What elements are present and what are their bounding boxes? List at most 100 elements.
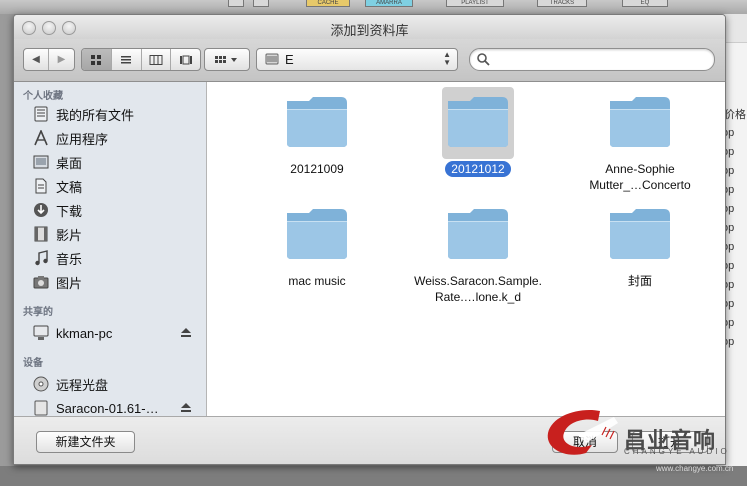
window-title: 添加到资料库 — [330, 23, 409, 38]
sidebar-item-label: 我的所有文件 — [56, 107, 135, 123]
eject-icon[interactable] — [180, 327, 192, 338]
sidebar-item-label: 文稿 — [56, 179, 83, 195]
folder-item[interactable]: 20121009 — [247, 87, 387, 177]
sidebar-item-label: Saracon-01.61-… — [56, 400, 159, 416]
arrange-grid-icon — [215, 55, 237, 63]
view-mode-control — [81, 48, 201, 71]
sidebar-section-shared: 共享的 — [23, 307, 53, 318]
drive-icon — [265, 53, 279, 65]
folder-icon — [281, 87, 353, 159]
drive-icon — [32, 400, 50, 416]
sidebar-item-label: 远程光盘 — [56, 377, 109, 393]
watermark-url: www.changye.com.cn — [656, 464, 734, 473]
sidebar-item-label: 影片 — [56, 227, 83, 243]
list-view-icon — [121, 55, 132, 63]
desktop-icon — [32, 154, 50, 170]
background-tab-cache: CACHE — [306, 0, 350, 7]
updown-arrows-icon: ▲ ▼ — [443, 50, 451, 67]
eject-icon[interactable] — [180, 402, 192, 413]
sidebar-item-music[interactable]: 音乐 — [14, 247, 206, 269]
sidebar-item-desktop[interactable]: 桌面 — [14, 151, 206, 173]
sidebar-item-saracon[interactable]: Saracon-01.61-… — [14, 397, 206, 416]
folder-icon — [604, 87, 676, 159]
sidebar-item-kkman-pc[interactable]: kkman-pc — [14, 322, 206, 344]
background-column-header: 价格 — [724, 109, 746, 121]
sidebar-item-label: 下载 — [56, 203, 83, 219]
search-field[interactable] — [469, 48, 715, 71]
search-icon — [477, 53, 490, 66]
sidebar: 个人收藏 我的所有文件 应用程序 桌面 文稿 下载 影片 音乐 图片 共享的 k… — [14, 82, 207, 416]
back-button[interactable]: ◀ — [24, 49, 49, 70]
selected-folder-name: 20121012 — [445, 161, 511, 177]
background-tab — [253, 0, 269, 7]
downloads-icon — [32, 202, 50, 218]
search-input[interactable] — [494, 51, 708, 69]
forward-arrow-icon: ▶ — [57, 54, 66, 65]
folder-item-selected[interactable]: 20121012 — [408, 87, 548, 177]
folder-item[interactable]: 封面 — [570, 199, 710, 289]
changye-logo-icon — [547, 409, 618, 455]
background-tab-tracks: TRACKS — [537, 0, 587, 7]
sidebar-item-label: 音乐 — [56, 251, 83, 267]
sidebar-item-downloads[interactable]: 下载 — [14, 199, 206, 221]
documents-icon — [32, 178, 50, 194]
folder-icon — [442, 199, 514, 271]
music-icon — [32, 250, 50, 266]
all-files-icon — [32, 106, 50, 122]
background-tab-eq: EQ — [622, 0, 668, 7]
sidebar-item-pictures[interactable]: 图片 — [14, 271, 206, 293]
folder-item[interactable]: Anne-Sophie Mutter_…Concerto — [570, 87, 710, 193]
folder-icon — [281, 199, 353, 271]
sidebar-item-label: 图片 — [56, 275, 83, 291]
applications-icon — [32, 130, 50, 146]
toolbar: ◀ ▶ E ▲ ▼ — [14, 39, 725, 82]
folder-name: 20121009 — [290, 162, 344, 176]
watermark-logo: 昌业音响 CHANGYE AUDIO www.changye.com.cn — [540, 405, 747, 473]
sidebar-section-devices: 设备 — [23, 358, 43, 369]
folder-name: mac music — [288, 274, 346, 288]
background-left-panel — [0, 14, 14, 486]
background-tab-playlist: PLAYLIST — [446, 0, 504, 7]
new-folder-button[interactable]: 新建文件夹 — [36, 431, 135, 453]
path-popup[interactable]: E ▲ ▼ — [256, 48, 458, 71]
sidebar-item-label: kkman-pc — [56, 325, 113, 341]
pictures-icon — [32, 274, 50, 290]
sidebar-section-favorites: 个人收藏 — [23, 91, 63, 102]
arrange-cell — [205, 49, 249, 70]
sidebar-item-movies[interactable]: 影片 — [14, 223, 206, 245]
folder-name: Weiss.Saracon.Sample.Rate.…lone.k_d — [414, 274, 542, 304]
sidebar-item-documents[interactable]: 文稿 — [14, 175, 206, 197]
background-app-toolbar: CACHE AMARRA PLAYLIST TRACKS EQ — [0, 0, 747, 14]
title-bar[interactable]: 添加到资料库 — [14, 15, 725, 39]
computer-icon — [32, 325, 50, 341]
sidebar-item-applications[interactable]: 应用程序 — [14, 127, 206, 149]
arrange-popup-button[interactable] — [204, 48, 250, 71]
sidebar-item-remote-disc[interactable]: 远程光盘 — [14, 373, 206, 395]
sidebar-item-all-my-files[interactable]: 我的所有文件 — [14, 103, 206, 125]
path-label: E — [285, 52, 294, 67]
icon-view-button[interactable] — [82, 49, 112, 70]
background-tab-amarra: AMARRA — [365, 0, 413, 7]
back-forward-control: ◀ ▶ — [23, 48, 75, 71]
folder-name: Anne-Sophie Mutter_…Concerto — [589, 162, 691, 192]
file-browser: 20121009 20121012 Anne-Sophie Mutter_…Co… — [207, 82, 725, 416]
folder-item[interactable]: mac music — [247, 199, 387, 289]
movies-icon — [32, 226, 50, 242]
folder-name: 20121012 — [408, 161, 548, 177]
forward-button[interactable]: ▶ — [49, 49, 74, 70]
coverflow-view-icon — [179, 55, 192, 64]
sidebar-item-label: 应用程序 — [56, 131, 109, 147]
folder-icon — [442, 87, 514, 159]
column-view-button[interactable] — [142, 49, 172, 70]
folder-item[interactable]: Weiss.Saracon.Sample.Rate.…lone.k_d — [408, 199, 548, 305]
background-tab — [228, 0, 244, 7]
folder-icon — [604, 199, 676, 271]
back-arrow-icon: ◀ — [32, 54, 40, 65]
open-dialog: 添加到资料库 ◀ ▶ E ▲ ▼ 个人收藏 我的所有文件 应用程序 桌面 文稿 … — [13, 14, 726, 465]
watermark-subtitle: CHANGYE AUDIO — [624, 447, 730, 456]
remote-disc-icon — [32, 376, 50, 392]
sidebar-item-label: 桌面 — [56, 155, 83, 171]
list-view-button[interactable] — [112, 49, 142, 70]
coverflow-view-button[interactable] — [171, 49, 200, 70]
icon-view-icon — [91, 54, 102, 65]
